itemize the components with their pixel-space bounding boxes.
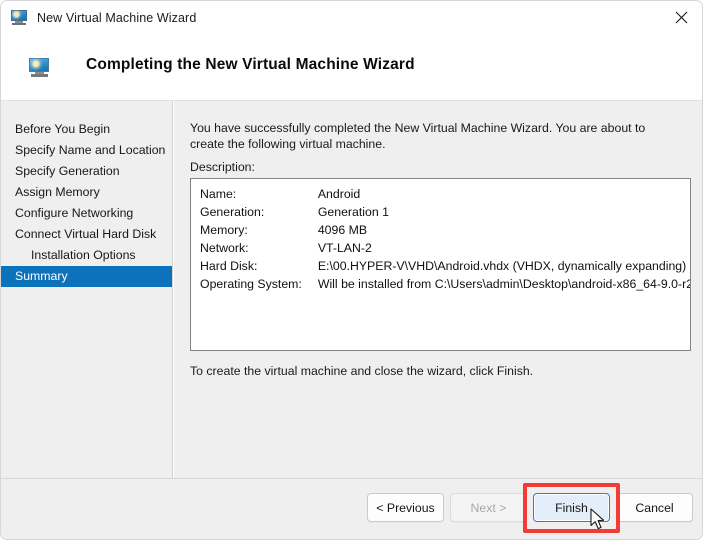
summary-key: Memory:	[200, 223, 248, 237]
summary-key: Network:	[200, 241, 249, 255]
sidebar-item-installation-options[interactable]: Installation Options	[1, 245, 172, 266]
sidebar-item-summary[interactable]: Summary	[1, 266, 172, 287]
wizard-main-panel: You have successfully completed the New …	[174, 101, 702, 478]
summary-table: Name: Android Generation: Generation 1 M…	[200, 187, 691, 295]
summary-description-box: Name: Android Generation: Generation 1 M…	[190, 178, 691, 351]
window-title: New Virtual Machine Wizard	[37, 10, 197, 25]
summary-key: Hard Disk:	[200, 259, 258, 273]
wizard-header: Completing the New Virtual Machine Wizar…	[1, 34, 702, 101]
table-row: Generation: Generation 1	[200, 205, 690, 223]
summary-key: Name:	[200, 187, 237, 201]
table-row: Name: Android	[200, 187, 690, 205]
table-row: Operating System: Will be installed from…	[200, 277, 691, 295]
next-button: Next >	[450, 493, 527, 522]
table-row: Memory: 4096 MB	[200, 223, 690, 241]
summary-key: Operating System:	[200, 277, 302, 291]
sidebar-item-connect-virtual-hard-disk[interactable]: Connect Virtual Hard Disk	[1, 224, 172, 245]
sidebar-item-specify-generation[interactable]: Specify Generation	[1, 161, 172, 182]
wizard-footer: < Previous Next > Finish Cancel	[1, 478, 702, 539]
new-virtual-machine-wizard-window: New Virtual Machine Wizard Completing th…	[0, 0, 703, 540]
title-bar: New Virtual Machine Wizard	[1, 1, 702, 34]
previous-button[interactable]: < Previous	[367, 493, 444, 522]
description-label: Description:	[190, 160, 255, 174]
summary-value: Will be installed from C:\Users\admin\De…	[317, 277, 691, 291]
cancel-button[interactable]: Cancel	[616, 493, 693, 522]
sidebar-item-specify-name-and-location[interactable]: Specify Name and Location	[1, 140, 172, 161]
summary-value: VT-LAN-2	[317, 241, 372, 255]
intro-text: You have successfully completed the New …	[190, 121, 646, 151]
sidebar-item-before-you-begin[interactable]: Before You Begin	[1, 119, 172, 140]
outro-text: To create the virtual machine and close …	[190, 364, 534, 378]
sidebar-item-assign-memory[interactable]: Assign Memory	[1, 182, 172, 203]
table-row: Hard Disk: E:\00.HYPER-V\VHD\Android.vhd…	[200, 259, 690, 277]
summary-value: Android	[317, 187, 361, 201]
virtual-machine-monitor-icon	[10, 9, 28, 26]
summary-key: Generation:	[200, 205, 265, 219]
wizard-step-sidebar: Before You Begin Specify Name and Locati…	[1, 101, 173, 478]
close-icon[interactable]	[658, 1, 702, 34]
sidebar-item-configure-networking[interactable]: Configure Networking	[1, 203, 172, 224]
page-title: Completing the New Virtual Machine Wizar…	[86, 56, 415, 73]
virtual-machine-monitor-icon	[28, 58, 50, 78]
summary-value: 4096 MB	[317, 223, 368, 237]
table-row: Network: VT-LAN-2	[200, 241, 690, 259]
finish-button[interactable]: Finish	[533, 493, 610, 522]
summary-value: Generation 1	[317, 205, 389, 219]
summary-value: E:\00.HYPER-V\VHD\Android.vhdx (VHDX, dy…	[317, 259, 687, 273]
